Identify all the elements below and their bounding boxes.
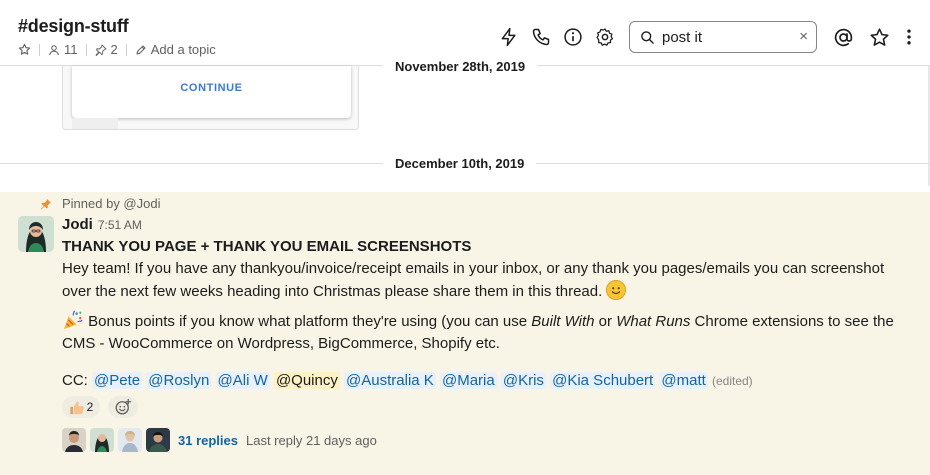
meta-divider	[85, 43, 87, 56]
gear-icon	[596, 28, 614, 46]
message-paragraph-1: Hey team! If you have any thankyou/invoi…	[62, 258, 912, 303]
cc-label: CC:	[62, 372, 88, 389]
attachment-strip	[72, 118, 118, 129]
members-count: 11	[64, 42, 78, 57]
pins-count: 2	[110, 42, 118, 57]
edited-label: (edited)	[711, 374, 753, 388]
paragraph-1-text: Hey team! If you have any thankyou/invoi…	[62, 260, 885, 300]
meta-divider	[125, 43, 127, 56]
built-with-text: Built With	[531, 313, 595, 330]
clear-search-button[interactable]: ×	[799, 28, 808, 45]
more-button[interactable]	[898, 26, 920, 48]
add-emoji-icon	[115, 398, 132, 415]
avatar	[118, 428, 142, 452]
mention-quincy[interactable]: @Quincy	[273, 372, 340, 389]
star-icon	[869, 27, 889, 46]
message-paragraph-2: Bonus points if you know what platform t…	[62, 310, 912, 355]
date-divider-label[interactable]: November 28th, 2019	[383, 57, 538, 77]
reaction-thumbsup[interactable]: 2	[62, 396, 100, 418]
what-runs-text: What Runs	[616, 313, 691, 330]
meta-divider	[39, 43, 40, 56]
avatar	[90, 428, 114, 452]
mention-pete[interactable]: @Pete	[92, 372, 143, 389]
message-header: Jodi 7:51 AM	[62, 216, 142, 233]
channel-name[interactable]: #design-stuff	[18, 16, 129, 37]
avatar	[62, 428, 86, 452]
message-heading: THANK YOU PAGE + THANK YOU EMAIL SCREENS…	[62, 236, 912, 258]
call-button[interactable]	[530, 26, 552, 48]
mention-ali-w[interactable]: @Ali W	[215, 372, 270, 389]
settings-button[interactable]	[594, 26, 616, 48]
cc-line: CC: @Pete @Roslyn @Ali W @Quincy @Austra…	[62, 370, 912, 392]
paragraph-2-or: or	[594, 313, 617, 330]
pin-icon	[95, 44, 106, 56]
members-button[interactable]: 11	[48, 42, 78, 57]
replier-avatar-2	[90, 428, 114, 452]
avatar	[146, 428, 170, 452]
search-icon	[641, 30, 654, 44]
mention-kia-schubert[interactable]: @Kia Schubert	[550, 372, 656, 389]
avatar-jodi	[18, 216, 54, 252]
reaction-count: 2	[86, 400, 94, 414]
mention-kris[interactable]: @Kris	[500, 372, 546, 389]
replier-avatar-4	[146, 428, 170, 452]
channel-meta: 11 2 Add a topic	[18, 42, 216, 57]
pinned-indicator: Pinned by @Jodi	[40, 196, 160, 211]
activity-bolt-icon	[501, 27, 516, 47]
more-vertical-icon	[907, 29, 911, 45]
author-name[interactable]: Jodi	[62, 216, 93, 233]
phone-icon	[532, 28, 550, 46]
continue-button[interactable]: CONTINUE	[72, 82, 351, 94]
heading-text: THANK YOU PAGE + THANK YOU EMAIL SCREENS…	[62, 238, 472, 255]
star-channel-button[interactable]	[18, 43, 31, 56]
mention-at-icon	[834, 28, 852, 46]
add-reaction-button[interactable]	[108, 396, 138, 418]
person-icon	[49, 44, 59, 55]
mention-roslyn[interactable]: @Roslyn	[146, 372, 212, 389]
avatar[interactable]	[18, 216, 54, 252]
pinned-by-text: Pinned by @Jodi	[62, 196, 161, 211]
thumbs-up-icon	[69, 401, 84, 414]
party-popper-icon	[63, 310, 83, 330]
timestamp[interactable]: 7:51 AM	[98, 218, 142, 232]
replier-avatar-1	[62, 428, 86, 452]
replier-avatar-3	[118, 428, 142, 452]
starred-button[interactable]	[868, 26, 890, 48]
details-button[interactable]	[562, 26, 584, 48]
pins-button[interactable]: 2	[95, 42, 118, 57]
thread-summary[interactable]: 31 replies Last reply 21 days ago	[62, 428, 377, 452]
info-icon	[564, 28, 582, 46]
search-box[interactable]: ×	[629, 21, 817, 53]
slightly-smiling-face-icon	[606, 280, 627, 300]
replies-link[interactable]: 31 replies	[178, 433, 238, 448]
mention-maria[interactable]: @Maria	[439, 372, 497, 389]
date-divider-label[interactable]: December 10th, 2019	[383, 154, 537, 174]
pencil-icon	[136, 45, 146, 54]
mention-matt[interactable]: @matt	[659, 372, 708, 389]
pushpin-icon	[41, 198, 51, 209]
last-reply-text: Last reply 21 days ago	[246, 432, 377, 448]
workflow-button[interactable]	[498, 26, 520, 48]
mention-australia-k[interactable]: @Australia K	[344, 372, 436, 389]
paragraph-2-text-a: Bonus points if you know what platform t…	[88, 313, 532, 330]
add-topic-label: Add a topic	[150, 42, 216, 57]
search-input[interactable]	[662, 28, 790, 46]
add-topic-button[interactable]: Add a topic	[135, 42, 216, 57]
mentions-button[interactable]	[832, 26, 854, 48]
star-outline-icon	[18, 43, 31, 55]
